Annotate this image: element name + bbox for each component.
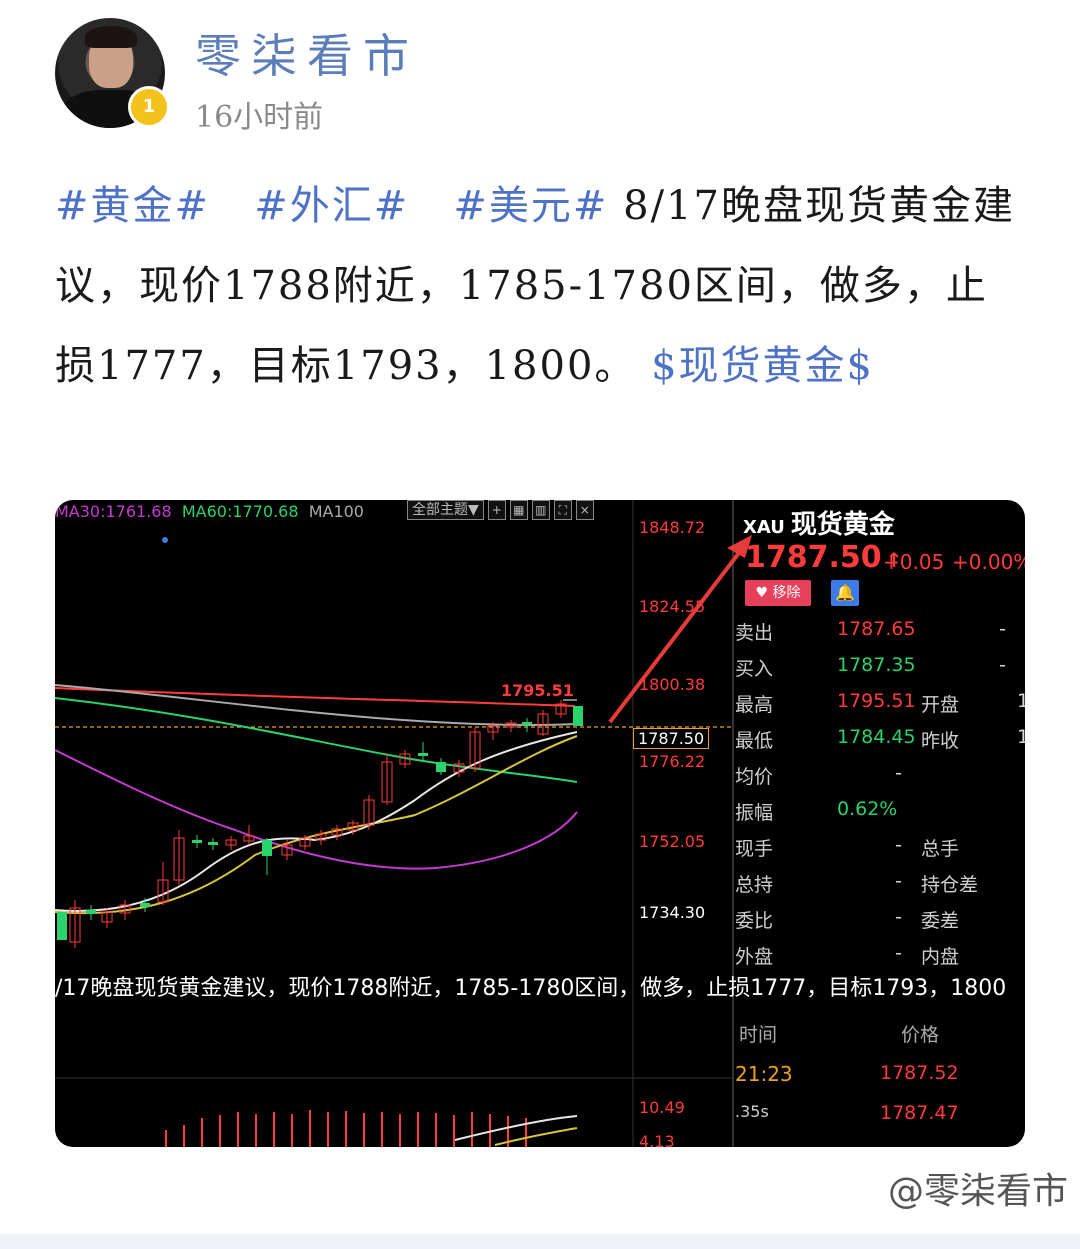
quote-label: 总手	[921, 838, 960, 860]
author-name[interactable]: 零柒看市	[195, 20, 419, 86]
level-badge: 1	[128, 86, 170, 128]
quote-value: -	[895, 870, 902, 892]
quote-value: 1	[1017, 726, 1025, 748]
trade-time: .35s	[735, 1102, 769, 1121]
quote-price: 1787.50 ↑	[745, 540, 903, 575]
quote-label: 总持	[735, 874, 774, 896]
quote-change: +0.05	[883, 550, 945, 574]
y-tick: 1800.38	[639, 675, 706, 694]
quote-value: 1784.45	[837, 726, 916, 748]
trades-price-header: 价格	[901, 1024, 940, 1046]
hashtag-gold[interactable]: #黄金#	[55, 183, 210, 229]
quote-value: 1	[1017, 690, 1025, 712]
quote-label: 开盘	[921, 694, 960, 716]
ma30-label: MA30:1761.68	[55, 502, 172, 521]
y-tick: 1734.30	[639, 903, 706, 922]
fullscreen-icon[interactable]: ⛶	[553, 500, 572, 520]
quote-label: 内盘	[921, 946, 960, 968]
quote-label: 现手	[735, 838, 774, 860]
scrolling-caption: /17晚盘现货黄金建议，现价1788附近，1785-1780区间，做多，止损17…	[55, 976, 1007, 1001]
candles	[57, 700, 583, 948]
crosshair-icon[interactable]: +	[487, 500, 506, 520]
trade-time: 21:23	[735, 1062, 793, 1086]
ma100-label: MA100	[308, 502, 364, 521]
quote-label: 持仓差	[921, 874, 979, 896]
heart-icon: ♥	[755, 585, 769, 601]
quote-value: -	[895, 906, 902, 928]
post-header: 1 零柒看市 16小时前	[0, 0, 1080, 150]
volume-tick: 10.49	[639, 1098, 685, 1117]
quote-label: 外盘	[735, 946, 774, 968]
quote-value: -	[999, 618, 1006, 640]
theme-dropdown[interactable]: 全部主题▼	[407, 500, 484, 520]
high-label: 1795.51	[501, 681, 574, 700]
quote-value: 1787.35	[837, 654, 916, 676]
quote-value: -	[895, 942, 902, 964]
grid-icon[interactable]: ▦	[509, 500, 528, 520]
quote-label: 卖出	[735, 622, 774, 644]
close-icon[interactable]: ×	[575, 500, 594, 520]
quote-label: 振幅	[735, 802, 774, 824]
watermark: @零柒看市	[887, 1171, 1068, 1212]
quote-value: 0.62%	[837, 798, 898, 820]
quote-label: 买入	[735, 658, 774, 680]
quote-label: 最高	[735, 694, 774, 716]
quote-label: 委比	[735, 910, 774, 932]
chart-toolbar: 全部主题▼ + ▦ ▥ ⛶ ×	[407, 500, 594, 522]
y-tick: 1776.22	[639, 752, 706, 771]
y-tick: 1824.55	[639, 597, 706, 616]
trade-price: 1787.52	[880, 1062, 959, 1084]
y-tick: 1752.05	[639, 832, 706, 851]
quote-value: -	[895, 834, 902, 856]
quote-value: -	[895, 762, 902, 784]
quote-symbol: XAU	[743, 517, 785, 538]
chart-screenshot[interactable]: MA30:1761.68 MA60:1770.68 MA100 全部主题▼ + …	[55, 500, 1025, 1147]
current-price-box: 1787.50	[633, 728, 710, 749]
y-tick: 1848.72	[639, 518, 706, 537]
quote-name: 现货黄金	[790, 510, 895, 540]
chart-icon[interactable]: ▥	[531, 500, 550, 520]
post-time: 16小时前	[195, 100, 324, 135]
quote-label: 昨收	[921, 730, 960, 752]
alert-bell-icon[interactable]: 🔔	[831, 580, 859, 606]
remove-watchlist-button[interactable]: ♥ 移除	[745, 580, 811, 606]
hashtag-forex[interactable]: #外汇#	[254, 183, 409, 229]
quote-label: 最低	[735, 730, 774, 752]
quote-value: -	[999, 654, 1006, 676]
quote-value: 1787.65	[837, 618, 916, 640]
trades-time-header: 时间	[739, 1024, 778, 1046]
ma-legend: MA30:1761.68 MA60:1770.68 MA100	[55, 502, 364, 521]
stock-link-spot-gold[interactable]: $现货黄金$	[651, 343, 874, 389]
quote-label: 委差	[921, 910, 960, 932]
volume-tick: 4.13	[639, 1132, 675, 1147]
quote-change-pct: +0.00%	[952, 550, 1025, 574]
quote-title: XAU 现货黄金	[743, 504, 895, 541]
candlestick-chart	[55, 500, 752, 1147]
trade-price: 1787.47	[880, 1102, 959, 1124]
ma60-label: MA60:1770.68	[181, 502, 299, 521]
post-content: #黄金# #外汇# #美元# 8/17晚盘现货黄金建议，现价1788附近，178…	[55, 166, 1015, 406]
hashtag-usd[interactable]: #美元#	[453, 183, 608, 229]
quote-label: 均价	[735, 766, 774, 788]
volume-bars	[165, 1110, 578, 1147]
footer-bar	[0, 1234, 1080, 1249]
quote-value: 1795.51	[837, 690, 916, 712]
